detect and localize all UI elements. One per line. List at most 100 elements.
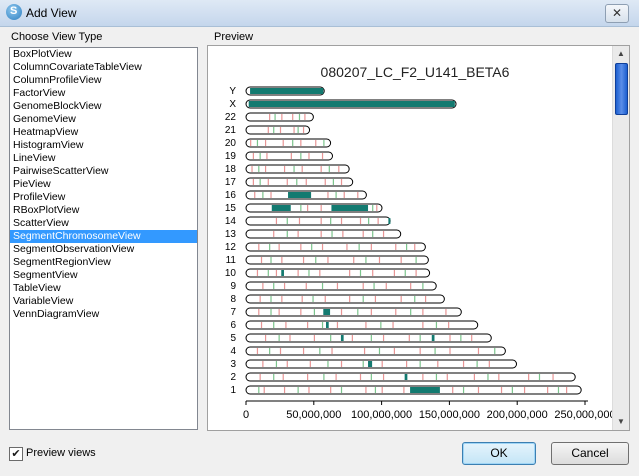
variation-mark-green xyxy=(460,335,462,341)
segment-teal xyxy=(340,335,344,341)
chromosome-label: 18 xyxy=(225,164,237,175)
variation-mark-red xyxy=(419,348,421,354)
variation-mark-green xyxy=(273,374,275,380)
variation-mark-red xyxy=(264,166,267,172)
list-item[interactable]: FactorView xyxy=(10,87,197,100)
preview-views-checkbox[interactable]: ✔ xyxy=(9,447,23,461)
checkmark-icon: ✔ xyxy=(11,448,21,460)
list-item[interactable]: SegmentObservationView xyxy=(10,243,197,256)
variation-mark-green xyxy=(462,387,465,393)
list-item[interactable]: ProfileView xyxy=(10,191,197,204)
list-item[interactable]: SegmentRegionView xyxy=(10,256,197,269)
variation-mark-red xyxy=(500,387,503,393)
variation-mark-red xyxy=(256,270,259,276)
variation-mark-red xyxy=(300,140,302,146)
x-tick-label: 200,000,000 xyxy=(487,409,548,421)
variation-mark-green xyxy=(298,114,301,120)
variation-mark-red xyxy=(300,309,302,315)
variation-mark-red xyxy=(400,296,402,302)
variation-mark-red xyxy=(301,166,303,172)
list-item[interactable]: GenomeView xyxy=(10,113,197,126)
variation-mark-red xyxy=(250,140,252,146)
variation-mark-red xyxy=(282,140,284,146)
variation-mark-green xyxy=(269,348,271,354)
x-tick-label: 150,000,000 xyxy=(419,409,480,421)
variation-mark-green xyxy=(378,348,381,354)
list-item[interactable]: ColumnProfileView xyxy=(10,74,197,87)
variation-mark-green xyxy=(358,244,360,250)
variation-mark-red xyxy=(298,218,301,224)
variation-mark-red xyxy=(385,283,387,289)
list-item[interactable]: ColumnCovariateTableView xyxy=(10,61,197,74)
close-button[interactable]: ✕ xyxy=(605,4,629,23)
list-item[interactable]: VennDiagramView xyxy=(10,308,197,321)
list-item[interactable]: BoxPlotView xyxy=(10,48,197,61)
variation-mark-red xyxy=(302,257,305,263)
variation-mark-red xyxy=(259,296,261,302)
variation-mark-red xyxy=(297,270,299,276)
scroll-up-arrow-icon[interactable]: ▲ xyxy=(613,46,629,62)
list-item[interactable]: TableView xyxy=(10,282,197,295)
variation-mark-red xyxy=(488,361,490,367)
variation-mark-red xyxy=(281,257,283,263)
variation-mark-red xyxy=(359,218,362,224)
variation-mark-red xyxy=(283,387,286,393)
chromosome-bar xyxy=(245,125,311,135)
variation-mark-green xyxy=(538,374,541,380)
variation-mark-red xyxy=(275,270,278,276)
preview-scrollbar[interactable]: ▲ ▼ xyxy=(612,46,629,430)
variation-mark-red xyxy=(370,309,372,315)
variation-mark-red xyxy=(297,231,299,237)
chromosome-label: 11 xyxy=(226,255,237,266)
variation-mark-red xyxy=(256,348,259,354)
variation-mark-green xyxy=(359,270,362,276)
chromosome-label: 22 xyxy=(225,112,237,123)
list-item[interactable]: VariableView xyxy=(10,295,197,308)
scroll-down-arrow-icon[interactable]: ▼ xyxy=(613,414,629,430)
variation-mark-red xyxy=(320,231,322,237)
list-item[interactable]: SegmentChromosomeView xyxy=(10,230,197,243)
variation-mark-green xyxy=(296,179,298,185)
list-item[interactable]: ScatterView xyxy=(10,217,197,230)
variation-mark-red xyxy=(365,322,367,328)
list-item[interactable]: RBoxPlotView xyxy=(10,204,197,217)
variation-mark-green xyxy=(256,140,259,146)
cancel-button[interactable]: Cancel xyxy=(551,442,629,465)
scrollbar-thumb[interactable] xyxy=(615,63,628,115)
variation-mark-red xyxy=(305,179,307,185)
variation-mark-red xyxy=(251,166,253,172)
variation-mark-red xyxy=(449,348,451,354)
list-item[interactable]: HistogramView xyxy=(10,139,197,152)
view-type-list[interactable]: BoxPlotView ColumnCovariateTableView Colum… xyxy=(9,47,198,430)
variation-mark-red xyxy=(302,127,305,133)
variation-mark-red xyxy=(315,140,317,146)
chromosome-label: 10 xyxy=(225,268,237,279)
preview-views-label: Preview views xyxy=(26,447,96,459)
list-item[interactable]: PairwiseScatterView xyxy=(10,165,197,178)
variation-mark-red xyxy=(264,335,267,341)
list-item[interactable]: GenomeBlockView xyxy=(10,100,197,113)
chromosome-label: 16 xyxy=(225,190,237,201)
chromosome-bar xyxy=(245,112,314,122)
list-item[interactable]: SegmentView xyxy=(10,269,197,282)
variation-mark-red xyxy=(395,309,397,315)
variation-mark-red xyxy=(273,231,275,237)
list-item[interactable]: LineView xyxy=(10,152,197,165)
chromosome-bar xyxy=(245,333,492,343)
variation-mark-red xyxy=(321,244,324,250)
variation-mark-red xyxy=(365,387,367,393)
variation-mark-red xyxy=(393,270,396,276)
ok-button[interactable]: OK xyxy=(462,442,536,465)
segment-teal xyxy=(368,361,373,367)
variation-mark-green xyxy=(286,218,288,224)
chromosome-label: 15 xyxy=(225,203,237,214)
variation-mark-red xyxy=(340,218,343,224)
variation-mark-red xyxy=(286,179,288,185)
variation-mark-red xyxy=(449,335,451,341)
variation-mark-red xyxy=(336,283,339,289)
segment-teal xyxy=(431,335,435,341)
list-item[interactable]: PieView xyxy=(10,178,197,191)
variation-mark-green xyxy=(362,361,364,367)
variation-mark-red xyxy=(278,309,280,315)
list-item[interactable]: HeatmapView xyxy=(10,126,197,139)
